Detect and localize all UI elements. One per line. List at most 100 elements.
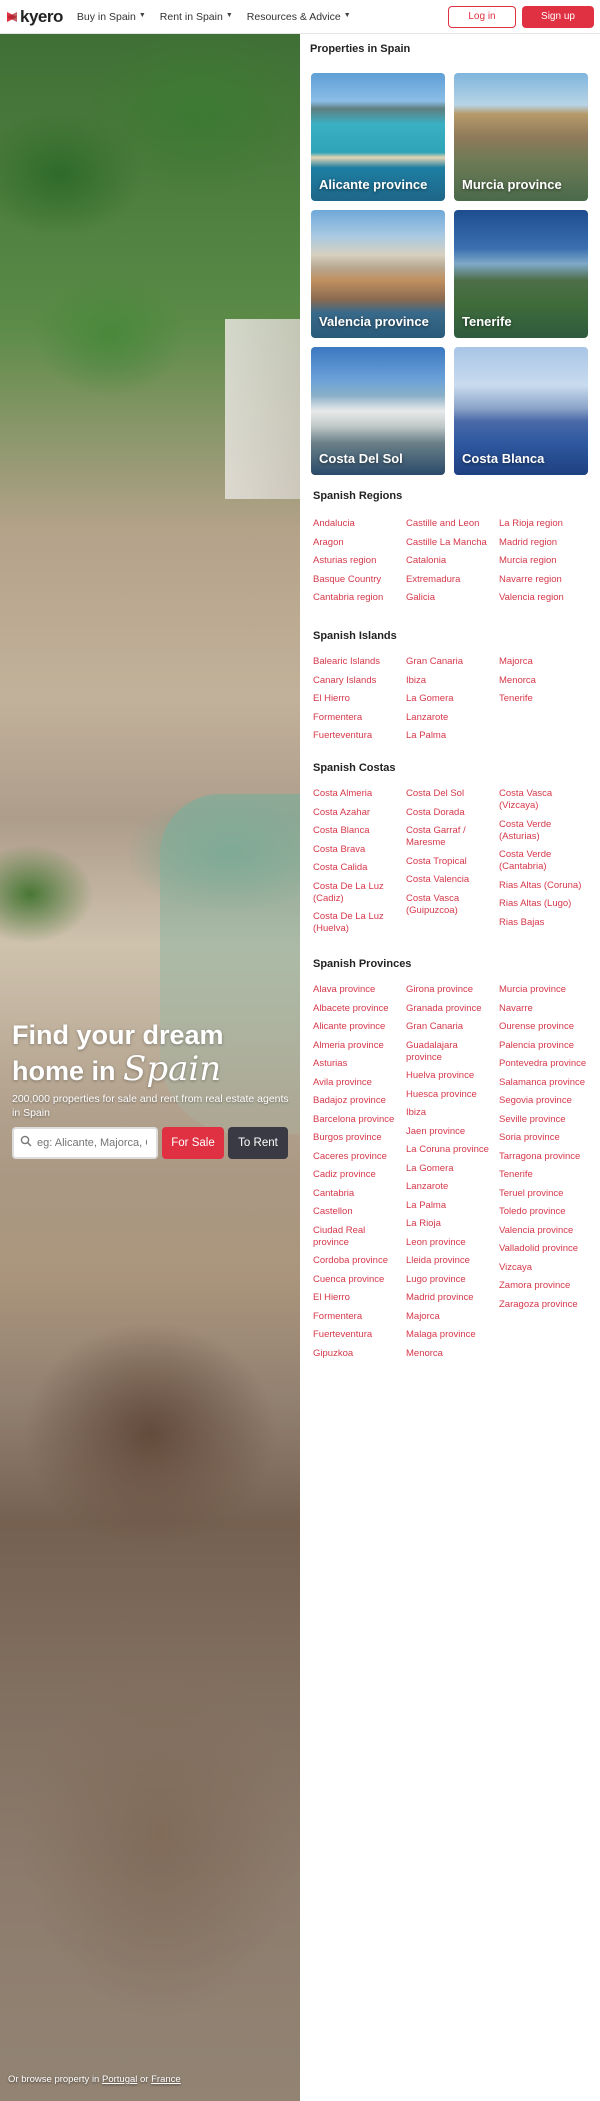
location-link[interactable]: Valladolid province [499, 1243, 589, 1262]
location-link[interactable]: Fuerteventura [313, 1329, 403, 1348]
tile-tenerife[interactable]: Tenerife [454, 210, 588, 338]
location-link[interactable]: Murcia region [499, 555, 589, 574]
location-link[interactable]: Navarre [499, 1003, 589, 1022]
location-link[interactable]: Alava province [313, 984, 403, 1003]
location-link[interactable]: Burgos province [313, 1132, 403, 1151]
location-link[interactable]: Cuenca province [313, 1274, 403, 1293]
location-link[interactable]: Zamora province [499, 1280, 589, 1299]
location-link[interactable]: Gran Canaria [406, 656, 496, 675]
tile-murcia-province[interactable]: Murcia province [454, 73, 588, 201]
tile-costa-blanca[interactable]: Costa Blanca [454, 347, 588, 475]
nav-resources-advice[interactable]: Resources & Advice ▼ [247, 11, 351, 23]
location-link[interactable]: Costa Calida [313, 862, 403, 881]
location-link[interactable]: Soria province [499, 1132, 589, 1151]
location-link[interactable]: Costa De La Luz (Huelva) [313, 911, 403, 942]
location-link[interactable]: Navarre region [499, 574, 589, 593]
location-link[interactable]: Valencia province [499, 1225, 589, 1244]
location-link[interactable]: Girona province [406, 984, 496, 1003]
location-link[interactable]: Canary Islands [313, 675, 403, 694]
kyero-logo[interactable]: kyero [6, 7, 63, 27]
search-field[interactable] [12, 1127, 158, 1159]
location-link[interactable]: Costa Verde (Asturias) [499, 819, 589, 850]
location-link[interactable]: Ourense province [499, 1021, 589, 1040]
france-link[interactable]: France [151, 2074, 181, 2085]
location-link[interactable]: Rias Altas (Lugo) [499, 898, 589, 917]
location-link[interactable]: La Gomera [406, 693, 496, 712]
location-link[interactable]: La Palma [406, 1200, 496, 1219]
location-link[interactable]: Costa Vasca (Vizcaya) [499, 788, 589, 819]
tile-valencia-province[interactable]: Valencia province [311, 210, 445, 338]
location-link[interactable]: Pontevedra province [499, 1058, 589, 1077]
location-link[interactable]: Toledo province [499, 1206, 589, 1225]
location-link[interactable]: Asturias region [313, 555, 403, 574]
location-link[interactable]: Cadiz province [313, 1169, 403, 1188]
location-link[interactable]: Ibiza [406, 1107, 496, 1126]
location-link[interactable]: Basque Country [313, 574, 403, 593]
location-link[interactable]: Andalucia [313, 518, 403, 537]
location-link[interactable]: Avila province [313, 1077, 403, 1096]
location-link[interactable]: Cantabria [313, 1188, 403, 1207]
location-link[interactable]: Leon province [406, 1237, 496, 1256]
to-rent-button[interactable]: To Rent [228, 1127, 288, 1159]
location-link[interactable]: La Rioja region [499, 518, 589, 537]
location-link[interactable]: Cordoba province [313, 1255, 403, 1274]
location-link[interactable]: Segovia province [499, 1095, 589, 1114]
location-link[interactable]: Costa Almeria [313, 788, 403, 807]
tile-costa-del-sol[interactable]: Costa Del Sol [311, 347, 445, 475]
location-link[interactable]: Badajoz province [313, 1095, 403, 1114]
location-link[interactable]: Gipuzkoa [313, 1348, 403, 1367]
location-link[interactable]: Seville province [499, 1114, 589, 1133]
location-link[interactable]: Menorca [406, 1348, 496, 1367]
portugal-link[interactable]: Portugal [102, 2074, 137, 2085]
location-link[interactable]: La Gomera [406, 1163, 496, 1182]
location-link[interactable]: Formentera [313, 1311, 403, 1330]
location-link[interactable]: Lanzarote [406, 712, 496, 731]
login-button[interactable]: Log in [448, 5, 516, 28]
location-link[interactable]: Madrid province [406, 1292, 496, 1311]
tile-alicante-province[interactable]: Alicante province [311, 73, 445, 201]
location-link[interactable]: Lugo province [406, 1274, 496, 1293]
location-link[interactable]: Valencia region [499, 592, 589, 611]
nav-rent-in-spain[interactable]: Rent in Spain ▼ [160, 11, 233, 23]
location-link[interactable]: Balearic Islands [313, 656, 403, 675]
location-link[interactable]: Huesca province [406, 1089, 496, 1108]
location-link[interactable]: Palencia province [499, 1040, 589, 1059]
location-link[interactable]: Rias Altas (Coruna) [499, 880, 589, 899]
location-link[interactable]: Gran Canaria [406, 1021, 496, 1040]
location-link[interactable]: Murcia province [499, 984, 589, 1003]
location-link[interactable]: Vizcaya [499, 1262, 589, 1281]
location-link[interactable]: Menorca [499, 675, 589, 694]
location-link[interactable]: Galicia [406, 592, 496, 611]
location-link[interactable]: La Palma [406, 730, 496, 749]
location-link[interactable]: Costa Garraf / Maresme [406, 825, 496, 856]
location-link[interactable]: Majorca [499, 656, 589, 675]
location-link[interactable]: Ibiza [406, 675, 496, 694]
location-link[interactable]: Guadalajara province [406, 1040, 496, 1071]
location-link[interactable]: Alicante province [313, 1021, 403, 1040]
location-link[interactable]: Costa Valencia [406, 874, 496, 893]
location-link[interactable]: Tarragona province [499, 1151, 589, 1170]
location-link[interactable]: Lleida province [406, 1255, 496, 1274]
location-link[interactable]: Castille La Mancha [406, 537, 496, 556]
location-link[interactable]: Salamanca province [499, 1077, 589, 1096]
location-link[interactable]: Costa De La Luz (Cadiz) [313, 881, 403, 912]
location-link[interactable]: Zaragoza province [499, 1299, 589, 1318]
search-input[interactable] [37, 1137, 147, 1149]
location-link[interactable]: Aragon [313, 537, 403, 556]
location-link[interactable]: Ciudad Real province [313, 1225, 403, 1256]
location-link[interactable]: Malaga province [406, 1329, 496, 1348]
location-link[interactable]: Majorca [406, 1311, 496, 1330]
location-link[interactable]: El Hierro [313, 693, 403, 712]
location-link[interactable]: Castille and Leon [406, 518, 496, 537]
location-link[interactable]: Almeria province [313, 1040, 403, 1059]
location-link[interactable]: Caceres province [313, 1151, 403, 1170]
location-link[interactable]: Teruel province [499, 1188, 589, 1207]
location-link[interactable]: Rias Bajas [499, 917, 589, 936]
location-link[interactable]: Extremadura [406, 574, 496, 593]
location-link[interactable]: Costa Azahar [313, 807, 403, 826]
location-link[interactable]: Tenerife [499, 693, 589, 712]
signup-button[interactable]: Sign up [522, 5, 594, 28]
location-link[interactable]: Castellon [313, 1206, 403, 1225]
location-link[interactable]: Albacete province [313, 1003, 403, 1022]
location-link[interactable]: Lanzarote [406, 1181, 496, 1200]
